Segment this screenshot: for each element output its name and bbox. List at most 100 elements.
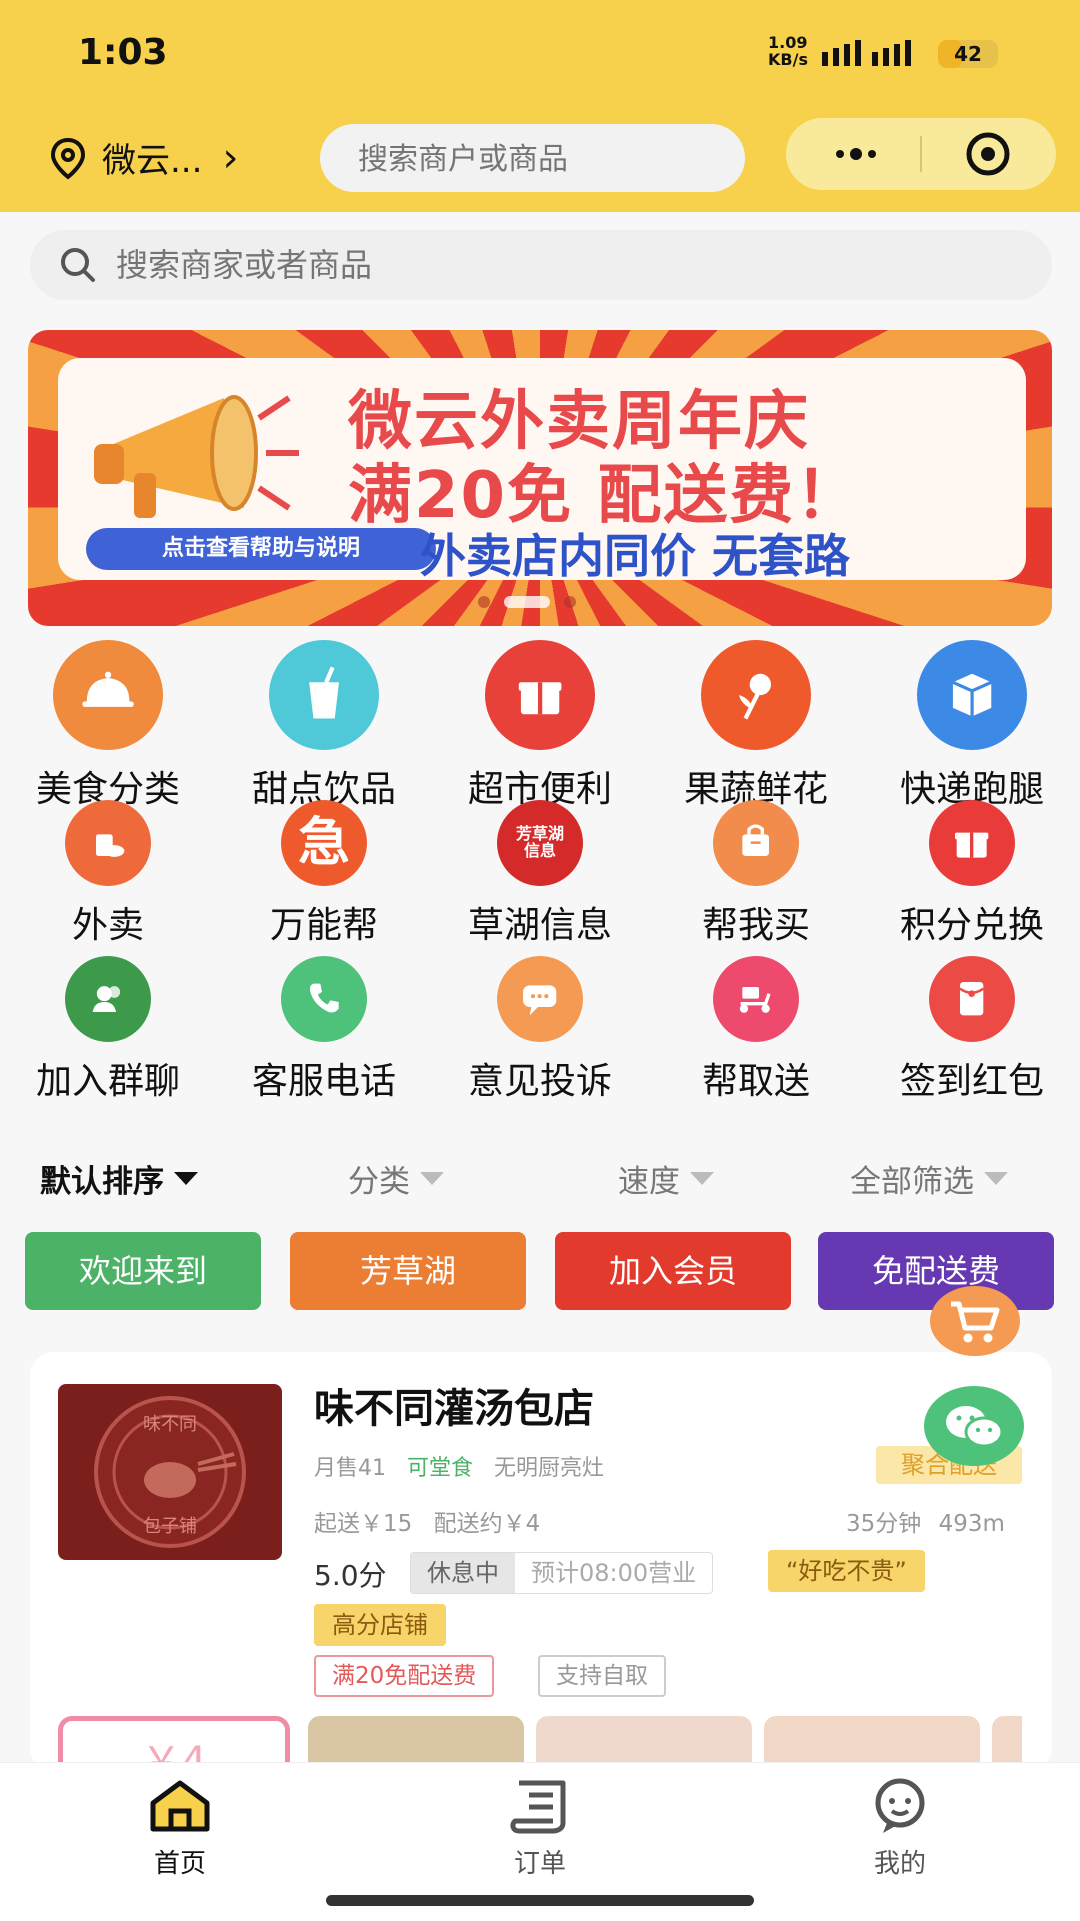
category-red-envelope[interactable]: 签到红包 xyxy=(864,956,1080,1104)
distance: 493m xyxy=(938,1511,1005,1537)
review-tag: “好吃不贵” xyxy=(768,1550,925,1592)
category-shopping-bag[interactable]: 帮我买 xyxy=(648,800,864,948)
category-info[interactable]: 芳草湖信息 草湖信息 xyxy=(432,800,648,948)
takeaway-icon xyxy=(65,800,151,886)
nav-orders[interactable]: 订单 xyxy=(460,1777,620,1880)
banner-help-pill[interactable]: 点击查看帮助与说明 xyxy=(86,528,436,570)
sort-default-label: 默认排序 xyxy=(40,1164,164,1200)
category-chat-bubble[interactable]: 意见投诉 xyxy=(432,956,648,1104)
tag-welcome[interactable]: 欢迎来到 xyxy=(25,1232,261,1310)
main-search-bar[interactable] xyxy=(30,229,1052,301)
sort-filter-label: 全部筛选 xyxy=(850,1164,974,1200)
category-label: 签到红包 xyxy=(899,1061,1044,1102)
category-cloche[interactable]: 美食分类 xyxy=(0,640,216,812)
nav-orders-label: 订单 xyxy=(513,1849,566,1879)
category-scooter[interactable]: 帮取送 xyxy=(648,956,864,1104)
status-time: 1:03 xyxy=(78,32,168,73)
nav-profile-label: 我的 xyxy=(873,1849,926,1879)
promo-tags: 欢迎来到 芳草湖 加入会员 免配送费 xyxy=(0,1232,1080,1312)
pagination-dot xyxy=(564,596,576,608)
main-search-input[interactable] xyxy=(114,229,1018,301)
high-score-tag: 高分店铺 xyxy=(314,1604,446,1646)
cart-button[interactable] xyxy=(930,1286,1020,1356)
category-takeaway[interactable]: 外卖 xyxy=(0,800,216,948)
cart-icon xyxy=(951,1301,1000,1343)
category-rose[interactable]: 果蔬鲜花 xyxy=(648,640,864,812)
network-speed-value: 1.09 xyxy=(768,33,808,52)
promo-banner[interactable]: 微云外卖周年庆 满20免 配送费！ 点击查看帮助与说明 外卖店内同价 无套路 xyxy=(28,330,1052,626)
shop-logo: 味不同 包子铺 xyxy=(58,1384,282,1560)
sort-category[interactable]: 分类 xyxy=(348,1156,444,1201)
coupon-card[interactable]: ￥4 xyxy=(58,1716,290,1767)
category-glyph: 急 xyxy=(297,812,350,873)
logo-text-top: 味不同 xyxy=(143,1414,197,1435)
megaphone-icon xyxy=(94,395,299,518)
profile-icon xyxy=(875,1778,925,1833)
category-label: 积分兑换 xyxy=(899,905,1044,946)
cloche-icon xyxy=(53,640,163,750)
category-package[interactable]: 快递跑腿 xyxy=(864,640,1080,812)
location-text: 微云... xyxy=(102,141,203,181)
nav-home-label: 首页 xyxy=(153,1849,206,1879)
sort-bar: 默认排序 分类 速度 全部筛选 xyxy=(0,1148,1080,1212)
nav-profile[interactable]: 我的 xyxy=(820,1777,980,1880)
category-label: 帮取送 xyxy=(701,1061,810,1102)
opening-time: 预计08:00营业 xyxy=(531,1559,697,1587)
caret-down-icon xyxy=(690,1172,714,1185)
tag-fangcaohu[interactable]: 芳草湖 xyxy=(290,1232,526,1310)
group-icon xyxy=(65,956,151,1042)
tag-join-member[interactable]: 加入会员 xyxy=(555,1232,791,1310)
battery-icon: 42 xyxy=(938,40,998,68)
category-points-gift[interactable]: 积分兑换 xyxy=(864,800,1080,948)
header-search-field[interactable] xyxy=(356,124,720,194)
mini-program-capsule xyxy=(786,118,1056,190)
signal-icon xyxy=(822,40,911,66)
monthly-sales: 月售41 xyxy=(314,1456,386,1481)
delivery-fee: 配送约￥4 xyxy=(433,1511,541,1537)
caret-down-icon xyxy=(174,1172,198,1185)
banner-slogan: 外卖店内同价 无套路 xyxy=(420,529,851,583)
product-thumb[interactable] xyxy=(308,1716,524,1762)
nav-home[interactable]: 首页 xyxy=(100,1777,260,1880)
sort-default[interactable]: 默认排序 xyxy=(40,1156,198,1201)
package-icon xyxy=(917,640,1027,750)
shop-name[interactable]: 味不同灌汤包店 xyxy=(314,1376,594,1434)
header-search-input[interactable] xyxy=(320,124,745,194)
more-menu-icon[interactable] xyxy=(826,128,886,180)
category-gift-box[interactable]: 超市便利 xyxy=(432,640,648,812)
pickup-promo: 支持自取 xyxy=(538,1655,666,1697)
close-target-icon[interactable] xyxy=(964,130,1012,178)
shop-status: 休息中 预计08:00营业 xyxy=(410,1552,714,1594)
sort-filter-all[interactable]: 全部筛选 xyxy=(850,1156,1008,1201)
network-speed: 1.09 KB/s xyxy=(768,34,808,68)
category-phone[interactable]: 客服电话 xyxy=(216,956,432,1104)
chevron-right-icon: › xyxy=(222,134,239,181)
category-label: 帮我买 xyxy=(701,905,810,946)
wechat-icon xyxy=(946,1406,1004,1448)
tag-free-delivery[interactable]: 免配送费 xyxy=(818,1232,1054,1310)
location-selector[interactable]: 微云... › xyxy=(48,133,238,182)
wechat-button[interactable] xyxy=(924,1386,1024,1466)
free-delivery-promo: 满20免配送费 xyxy=(314,1655,495,1697)
product-thumb[interactable] xyxy=(764,1716,980,1762)
pagination-dot xyxy=(478,596,490,608)
category-group[interactable]: 加入群聊 xyxy=(0,956,216,1104)
category-cup[interactable]: 甜点饮品 xyxy=(216,640,432,812)
capsule-divider xyxy=(920,136,922,172)
info-icon: 芳草湖信息 xyxy=(497,800,583,886)
rose-icon xyxy=(701,640,811,750)
location-pin-icon xyxy=(50,137,86,180)
order-icon xyxy=(510,1780,566,1834)
chat-bubble-icon xyxy=(497,956,583,1042)
product-thumb[interactable] xyxy=(536,1716,752,1762)
caret-down-icon xyxy=(984,1172,1008,1185)
product-thumb[interactable] xyxy=(992,1716,1022,1762)
sort-speed[interactable]: 速度 xyxy=(618,1156,714,1201)
home-indicator xyxy=(326,1895,754,1906)
category-label: 意见投诉 xyxy=(467,1061,612,1102)
category-urgent[interactable]: 急万能帮 xyxy=(216,800,432,948)
shop-rating: 5.0分 xyxy=(314,1559,387,1592)
caret-down-icon xyxy=(420,1172,444,1185)
gift-box-icon xyxy=(485,640,595,750)
category-grid: 美食分类 甜点饮品 超市便利 果蔬鲜花 快递跑腿外卖急万能帮 芳草湖信息 草湖信息帮我买 积分… xyxy=(0,640,1080,1110)
